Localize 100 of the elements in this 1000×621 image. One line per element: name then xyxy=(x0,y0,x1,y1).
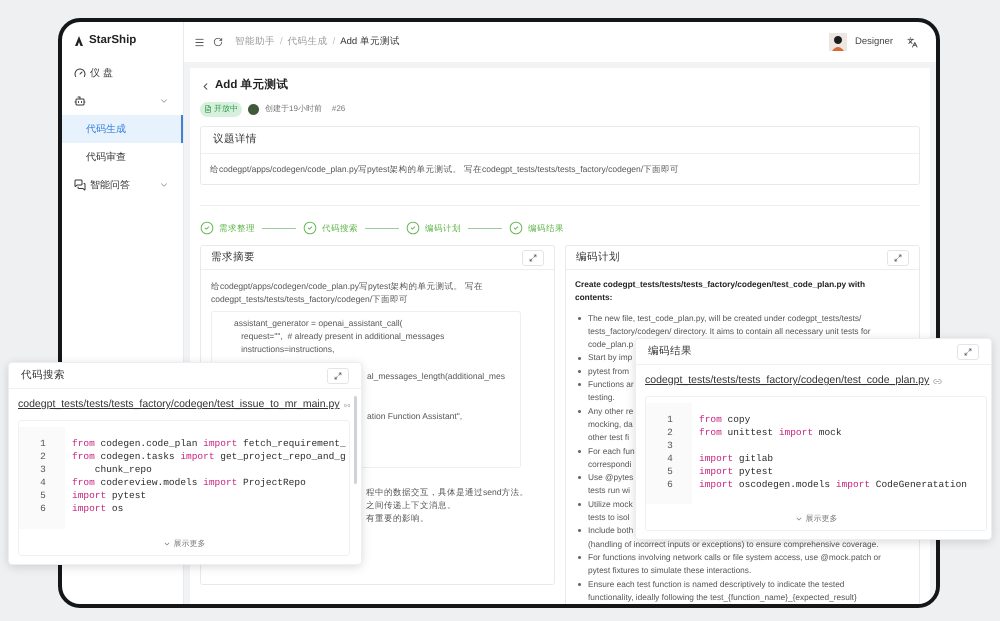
expand-button[interactable] xyxy=(327,368,349,384)
link-icon xyxy=(933,376,942,386)
line-number: 2 xyxy=(666,426,674,440)
line-number: 2 xyxy=(39,450,47,464)
summary-text: 程中的数据交互，具体是通过send方法。 xyxy=(366,486,528,499)
bullet-icon xyxy=(578,316,581,320)
avatar[interactable] xyxy=(828,33,847,51)
check-icon xyxy=(303,221,317,235)
line-number: 5 xyxy=(39,489,47,504)
plan-text: functionality, ideally following the test_{function_name}_{expected_result} xyxy=(588,590,857,604)
code-line: from codegen.tasks import get_project_repo_and_g xyxy=(72,450,346,464)
step: 编码结果 xyxy=(509,221,564,235)
breadcrumb-separator: / xyxy=(332,34,336,49)
user-name: Designer xyxy=(854,34,893,49)
bullet-icon xyxy=(578,502,581,506)
show-more-link[interactable]: 展示更多 xyxy=(794,513,838,525)
show-more-link[interactable]: 展示更多 xyxy=(162,538,206,550)
popup-title: 编码结果 xyxy=(648,344,692,359)
expand-button[interactable] xyxy=(957,344,979,360)
avatar xyxy=(248,104,259,114)
line-number: 6 xyxy=(39,502,47,516)
line-number: 6 xyxy=(666,478,674,492)
sidebar-item[interactable]: 代码生成 xyxy=(62,115,183,143)
code-line: from codereview.models import ProjectRepo xyxy=(72,476,306,490)
plan-text: Start by imp xyxy=(588,351,632,364)
chevron-icon xyxy=(794,515,802,523)
expand-icon xyxy=(529,254,537,262)
translate-icon[interactable] xyxy=(907,36,918,48)
plan-intro: Create codegpt_tests/tests/tests_factory/codegen/test_code_plan.py with xyxy=(575,278,866,291)
sidebar-item[interactable]: 智能问答 xyxy=(62,171,183,199)
check-icon xyxy=(509,221,523,235)
code-line: assistant_generator = openai_assistant_call( xyxy=(234,316,402,330)
plan-text: Ensure each test function is named descriptively to indicate the tested xyxy=(588,578,844,591)
line-number: 5 xyxy=(666,465,674,480)
code-line: chunk_repo xyxy=(94,463,152,478)
code-line: instructions=instructions, xyxy=(240,343,334,356)
expand-button[interactable] xyxy=(887,250,909,266)
code-line: from codegen.code_plan import fetch_requirement_ xyxy=(72,437,346,452)
file-link[interactable]: codegpt_tests/tests/tests_factory/codegen/test_code_plan.py xyxy=(645,373,930,389)
plan-text: mocking, da xyxy=(588,418,633,431)
bullet-icon xyxy=(578,529,581,532)
panel-title: 需求摘要 xyxy=(211,250,255,265)
refresh-icon[interactable] xyxy=(213,37,223,47)
plan-text: tests run wi xyxy=(588,484,630,498)
menu-icon[interactable] xyxy=(194,36,205,48)
bullet-icon xyxy=(578,450,581,453)
plan-text: code_plan.p xyxy=(588,338,634,352)
logo-icon xyxy=(74,36,84,46)
sidebar-item[interactable]: 代码审查 xyxy=(62,143,183,171)
plan-text: Functions ar xyxy=(588,378,634,392)
plan-text: For each fun xyxy=(588,444,635,458)
issue-title: Add 单元测试 xyxy=(215,77,289,94)
scrollbar[interactable] xyxy=(354,396,357,484)
summary-text: codegpt_tests/tests/tests_factory/codegen/下面即可 xyxy=(211,293,408,306)
code-line: from unittest import mock xyxy=(699,426,842,440)
bullet-icon xyxy=(578,410,581,413)
plan-text: correspondi xyxy=(588,458,632,471)
line-number: 1 xyxy=(666,413,674,428)
check-icon xyxy=(406,221,420,235)
plan-text: Utilize mock xyxy=(588,498,633,511)
bullet-icon xyxy=(578,582,581,586)
line-number: 4 xyxy=(39,476,47,490)
bullet-icon xyxy=(578,476,581,480)
check-icon xyxy=(200,221,214,235)
sidebar-item[interactable]: 仪 盘 xyxy=(62,59,183,87)
plan-text: tests to isol xyxy=(588,511,630,524)
plan-text: tests_factory/codegen/ directory. It aims to contain all necessary unit tests for xyxy=(588,324,871,338)
robot-icon xyxy=(74,95,86,107)
line-number: 4 xyxy=(666,452,674,466)
breadcrumb-item: Add 单元测试 xyxy=(340,34,400,49)
line-number: 3 xyxy=(666,439,674,454)
plan-text: Any other re xyxy=(588,404,634,418)
chat-icon xyxy=(74,179,86,191)
details-title: 议题详情 xyxy=(213,132,257,148)
chevron-icon xyxy=(162,540,170,548)
created-time: 创建于19小时前 xyxy=(265,103,322,115)
gauge-icon xyxy=(74,67,86,79)
code-line: import pytest xyxy=(699,465,774,480)
summary-text: 之间传递上下文消息。 xyxy=(366,498,456,512)
expand-icon xyxy=(964,348,972,356)
code-line: import oscodegen.models import CodeGeneratation xyxy=(699,478,967,492)
code-line: request="", # already present in additional_messages xyxy=(240,330,444,343)
panel-title: 编码计划 xyxy=(576,250,620,265)
details-text: 给codegpt/apps/codegen/code_plan.py写pytest架构的单元测试。 写在codegpt_tests/tests/tests_factory/codegen/下面即可 xyxy=(210,162,680,176)
bullet-icon xyxy=(578,383,581,386)
plan-text: Use @pytes xyxy=(588,471,634,484)
code-line: from copy xyxy=(699,413,750,428)
popup-title: 代码搜索 xyxy=(21,368,65,383)
line-number: 1 xyxy=(39,437,47,452)
plan-text: The new file, test_code_plan.py, will be created under codegpt_tests/tests/ xyxy=(588,312,862,325)
expand-button[interactable] xyxy=(522,250,544,266)
summary-text: 给codegpt/apps/codegen/code_plan.py写pytest架构的单元测试。 写在 xyxy=(211,280,483,293)
code-line: ation Function Assistant", xyxy=(367,410,462,423)
step: 编码计划 xyxy=(406,221,461,235)
code-line: import os xyxy=(72,502,124,516)
plan-text: For functions involving network calls or file system access, use @mock.patch or xyxy=(588,550,881,564)
logo-text: StarShip xyxy=(89,33,136,48)
file-link[interactable]: codegpt_tests/tests/tests_factory/codegen/test_issue_to_mr_main.py xyxy=(18,397,340,413)
plan-text: other test fi xyxy=(588,431,630,444)
expand-icon xyxy=(334,372,342,380)
